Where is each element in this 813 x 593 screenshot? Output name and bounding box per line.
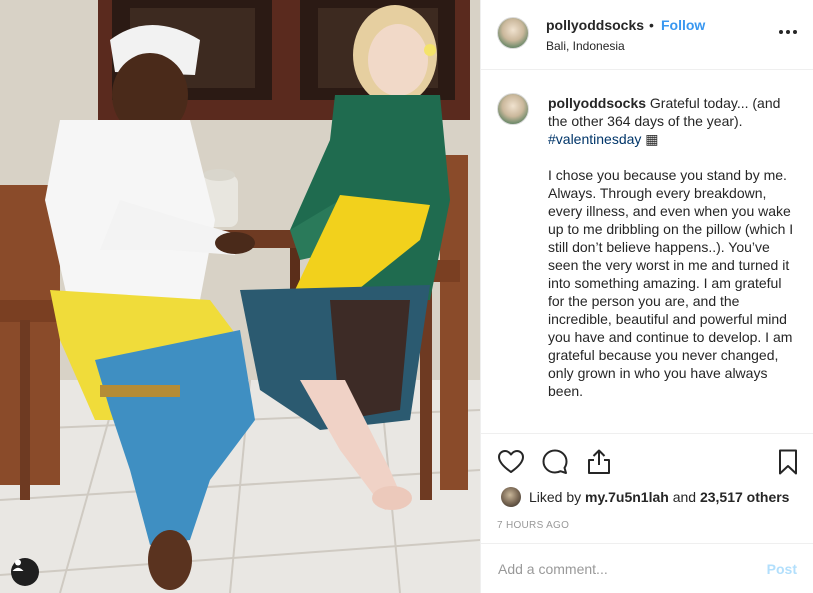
more-options-icon[interactable] xyxy=(779,24,797,40)
follow-button[interactable]: Follow xyxy=(661,17,705,33)
caption-text: pollyoddsocks Grateful today... (and the… xyxy=(548,94,798,400)
share-icon[interactable] xyxy=(585,448,613,476)
post-header: pollyoddsocks • Follow Bali, Indonesia xyxy=(481,0,813,70)
bookmark-icon[interactable] xyxy=(774,448,802,476)
likes-summary: Liked by my.7u5n1lah and 23,517 others xyxy=(501,486,789,508)
post-timestamp[interactable]: 7 HOURS AGO xyxy=(497,520,569,531)
caption-glyph: ▦ xyxy=(645,131,659,147)
post-location[interactable]: Bali, Indonesia xyxy=(546,39,625,53)
header-separator: • xyxy=(649,17,654,33)
post-image xyxy=(0,0,480,593)
liker-username[interactable]: my.7u5n1lah xyxy=(585,489,669,505)
heart-icon[interactable] xyxy=(497,448,525,476)
liker-avatar[interactable] xyxy=(501,487,521,507)
actions-divider xyxy=(481,433,813,434)
caption-avatar[interactable] xyxy=(497,93,529,125)
comment-input[interactable] xyxy=(498,558,738,580)
likes-others-link[interactable]: 23,517 others xyxy=(700,489,790,505)
caption-username[interactable]: pollyoddsocks xyxy=(548,95,646,111)
post-panel: pollyoddsocks • Follow Bali, Indonesia p… xyxy=(480,0,813,593)
user-tag-icon xyxy=(12,559,24,571)
caption-paragraph: I chose you because you stand by me. Alw… xyxy=(548,167,794,399)
caption: pollyoddsocks Grateful today... (and the… xyxy=(481,70,813,433)
likes-conjunction: and xyxy=(672,489,697,505)
comment-bar: Post xyxy=(481,543,813,593)
author-avatar[interactable] xyxy=(497,17,529,49)
author-username[interactable]: pollyoddsocks xyxy=(546,17,644,33)
comment-icon[interactable] xyxy=(541,448,569,476)
action-icons xyxy=(497,448,802,476)
user-tag-button[interactable] xyxy=(11,558,39,586)
post-photo[interactable] xyxy=(0,0,480,593)
likes-prefix: Liked by xyxy=(529,489,582,505)
hashtag-link[interactable]: #valentinesday xyxy=(548,131,641,147)
post-comment-button[interactable]: Post xyxy=(767,561,797,577)
